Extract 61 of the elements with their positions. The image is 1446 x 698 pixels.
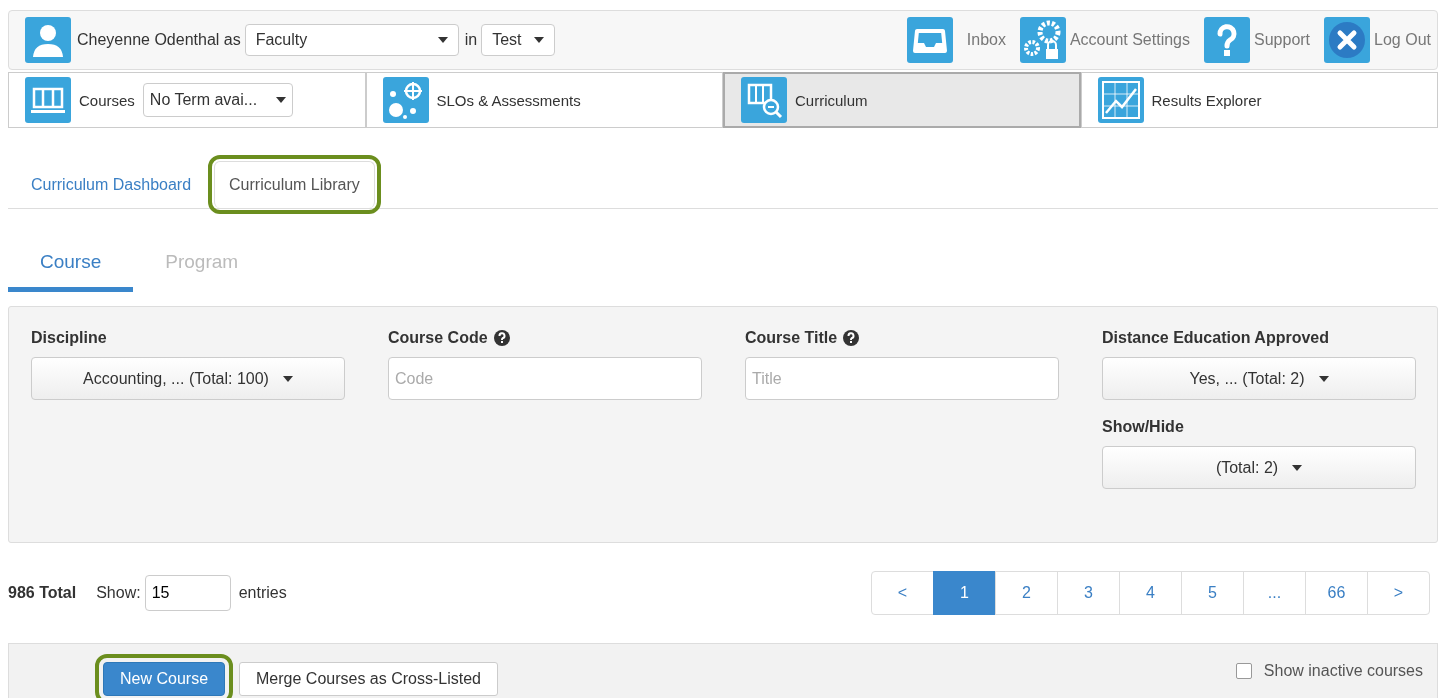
total-count: 986 Total [8, 584, 77, 602]
settings-icon[interactable] [1019, 17, 1066, 63]
module-label: SLOs & Assessments [436, 91, 581, 109]
filter-label: Course Code [388, 329, 488, 347]
user-name: Cheyenne Odenthal as [77, 31, 241, 49]
entries-label: entries [238, 584, 287, 602]
magnifier-icon[interactable] [741, 77, 787, 123]
filter-label: Show/Hide [1102, 418, 1184, 436]
target-icon[interactable] [382, 77, 429, 123]
type-tab[interactable]: Course [8, 239, 134, 292]
chart-icon[interactable] [1097, 77, 1144, 123]
page-button[interactable]: ... [1243, 571, 1306, 615]
nav-link[interactable]: Log Out [1374, 31, 1431, 49]
checkbox[interactable] [1235, 663, 1252, 679]
entries-input[interactable]: 15 [144, 575, 231, 611]
in-label: in [464, 31, 478, 49]
page-button[interactable]: 66 [1305, 571, 1368, 615]
filter-label: Distance Education Approved [1102, 329, 1329, 347]
help-icon[interactable] [843, 330, 860, 346]
page-button[interactable]: 3 [1057, 571, 1120, 615]
user-avatar-icon [25, 17, 71, 63]
sub-tab[interactable]: Curriculum Dashboard [16, 161, 207, 208]
filter-dropdown[interactable]: Yes, ... (Total: 2) [1102, 357, 1416, 400]
page-button[interactable]: < [871, 571, 934, 615]
page-button[interactable]: 4 [1119, 571, 1182, 615]
show-label: Show: [96, 584, 141, 602]
caret-icon [275, 97, 286, 103]
module-label: Curriculum [795, 91, 868, 109]
page-button[interactable]: 1 [933, 571, 996, 615]
filter-dropdown[interactable]: (Total: 2) [1102, 446, 1416, 489]
nav-link[interactable]: Support [1254, 31, 1311, 49]
caret-icon [534, 37, 545, 43]
module-tab[interactable]: SLOs & Assessments [365, 72, 723, 128]
module-tab[interactable]: Results Explorer [1080, 72, 1438, 128]
merge-button[interactable]: Merge Courses as Cross-Listed [239, 662, 498, 696]
caret-icon [1318, 375, 1329, 382]
caret-icon [437, 37, 448, 43]
nav-link[interactable]: Account Settings [1069, 31, 1190, 49]
filter-input[interactable]: Code [388, 357, 702, 400]
close-icon[interactable] [1324, 17, 1371, 63]
page-button[interactable]: > [1367, 571, 1430, 615]
filter-label: Discipline [31, 329, 107, 347]
columns-icon[interactable] [25, 77, 71, 123]
module-tab[interactable]: Courses No Term avai... [8, 72, 366, 128]
module-label: Results Explorer [1151, 91, 1262, 109]
filter-input[interactable]: Title [745, 357, 1059, 400]
checkbox-label[interactable]: Show inactive courses [1263, 662, 1423, 680]
help-icon[interactable] [493, 330, 510, 346]
term-select[interactable]: Test [481, 24, 556, 56]
page-button[interactable]: 2 [995, 571, 1058, 615]
filter-dropdown[interactable]: Accounting, ... (Total: 100) [31, 357, 345, 400]
module-tab[interactable]: Curriculum [723, 72, 1081, 128]
page-button[interactable]: 5 [1181, 571, 1244, 615]
caret-icon [1292, 464, 1303, 471]
role-select[interactable]: Faculty [244, 24, 459, 56]
inbox-tray-icon[interactable] [906, 17, 953, 63]
term-select[interactable]: No Term avai... [142, 83, 293, 117]
module-label: Courses [79, 91, 135, 109]
filter-label: Course Title [745, 329, 838, 347]
nav-link[interactable]: Inbox [966, 31, 1006, 49]
caret-icon [282, 375, 293, 382]
